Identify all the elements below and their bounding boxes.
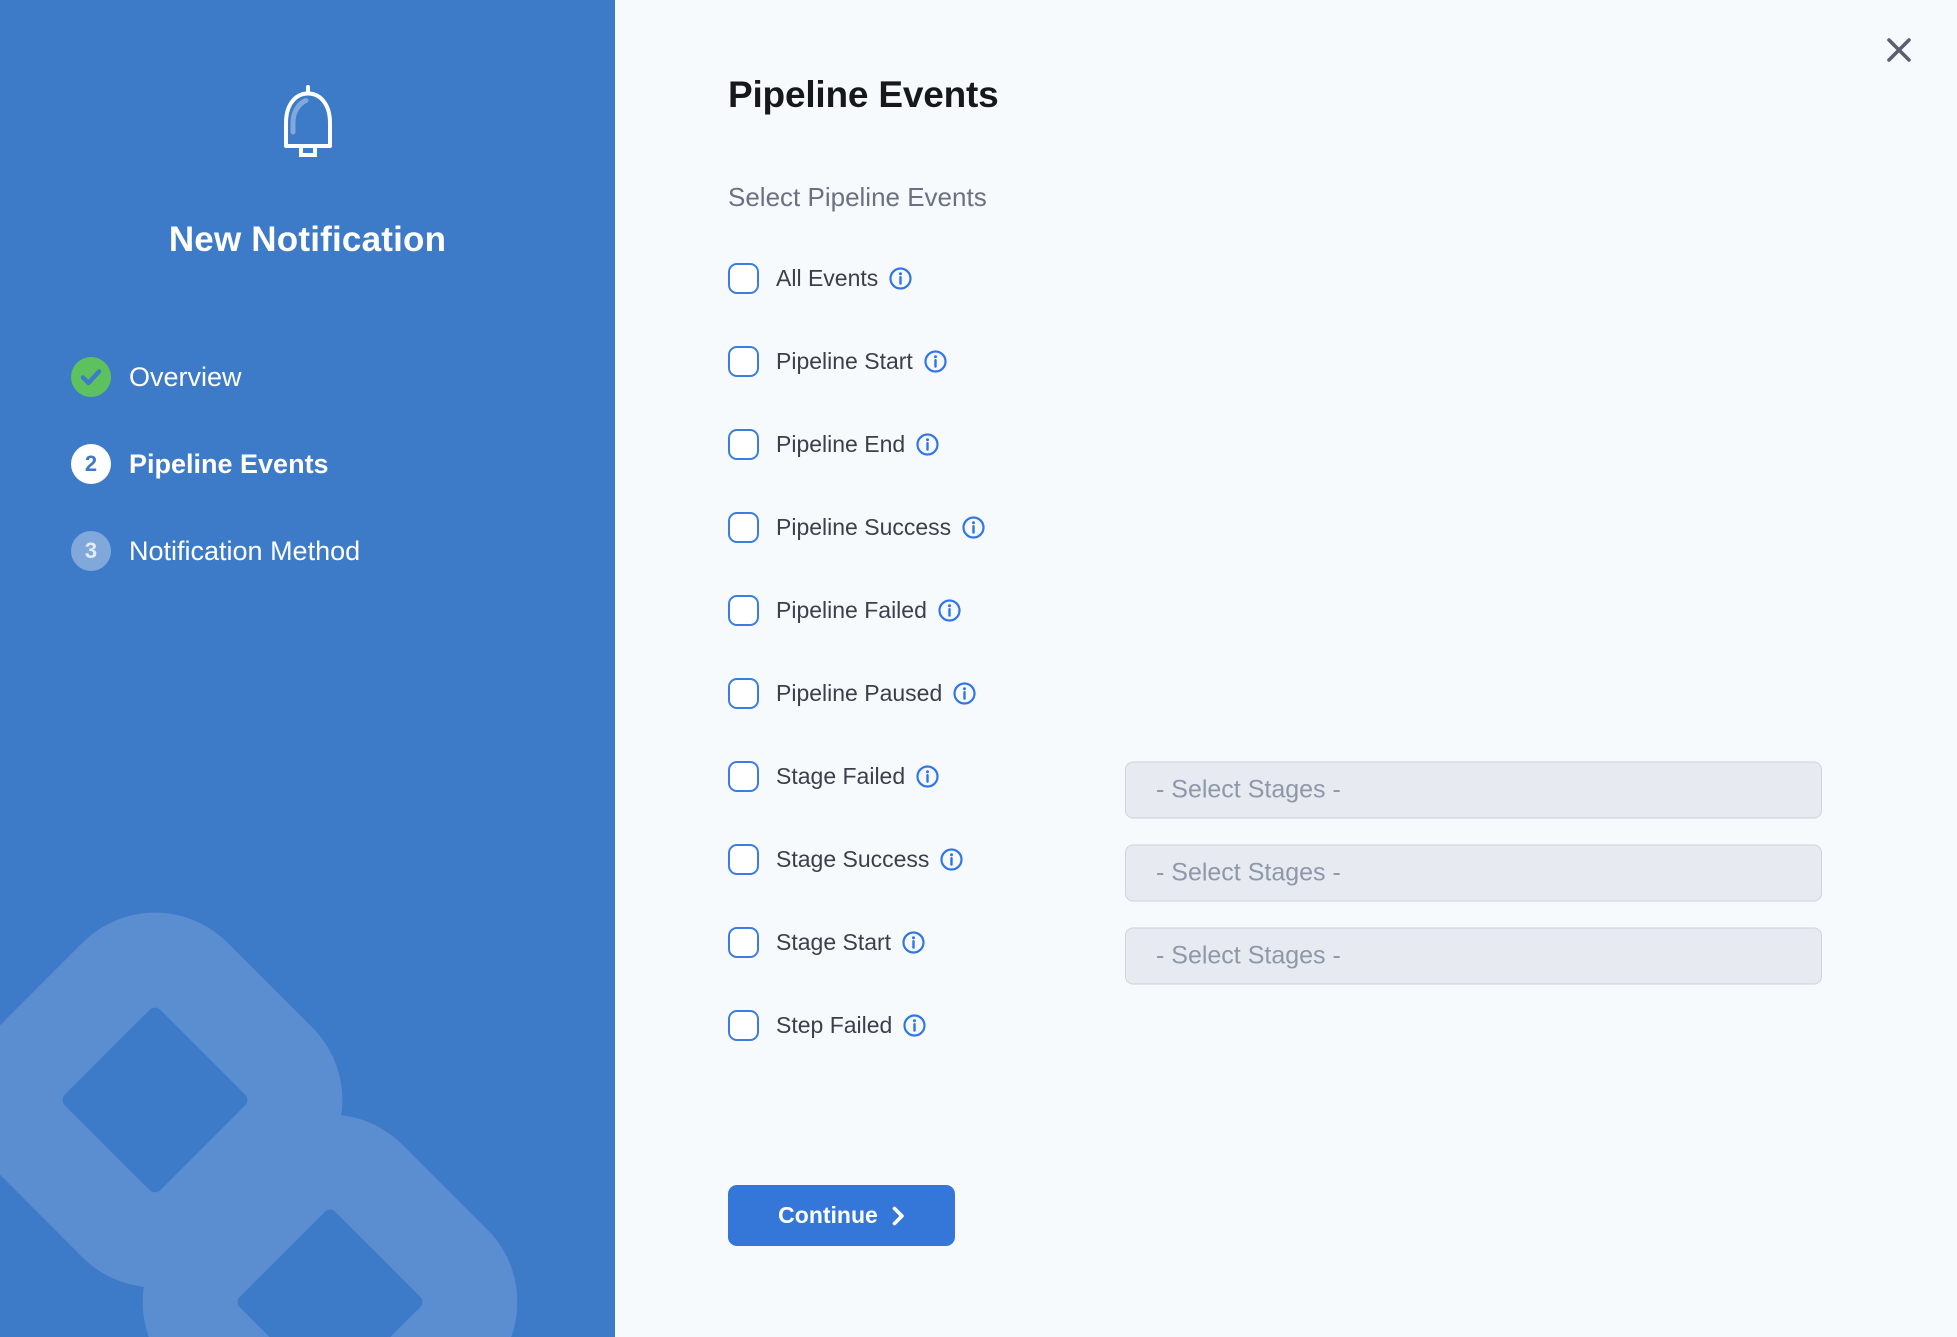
info-icon[interactable]: [962, 516, 985, 539]
event-label: Pipeline Paused: [776, 680, 942, 707]
step-list: Overview 2 Pipeline Events 3 Notification Me…: [0, 357, 615, 618]
close-icon: [1886, 37, 1912, 63]
info-icon[interactable]: [953, 682, 976, 705]
event-row-pipeline-paused: Pipeline Paused: [728, 652, 1957, 735]
event-row-pipeline-start: Pipeline Start: [728, 320, 1957, 403]
event-label: Pipeline End: [776, 431, 905, 458]
info-icon[interactable]: [924, 350, 947, 373]
sidebar-step-overview[interactable]: Overview: [71, 357, 615, 397]
event-label: Pipeline Failed: [776, 597, 927, 624]
event-label: Pipeline Start: [776, 348, 913, 375]
event-label: All Events: [776, 265, 878, 292]
event-row-pipeline-success: Pipeline Success: [728, 486, 1957, 569]
checkbox-pipeline-start[interactable]: [728, 346, 759, 377]
step-label: Notification Method: [129, 536, 360, 567]
wizard-title: New Notification: [169, 220, 446, 260]
event-row-pipeline-end: Pipeline End: [728, 403, 1957, 486]
step-number-badge: 2: [71, 444, 111, 484]
event-row-stage-start: Stage Start - Select Stages -: [728, 901, 1957, 984]
page-title: Pipeline Events: [728, 74, 1957, 116]
pipeline-events-panel: Pipeline Events Select Pipeline Events A…: [615, 0, 1957, 1337]
event-row-all-events: All Events: [728, 237, 1957, 320]
checkbox-pipeline-end[interactable]: [728, 429, 759, 460]
event-row-stage-failed: Stage Failed - Select Stages -: [728, 735, 1957, 818]
brand-watermark: [0, 847, 615, 1337]
close-button[interactable]: [1877, 28, 1921, 72]
checkbox-stage-failed[interactable]: [728, 761, 759, 792]
sidebar-step-notification-method[interactable]: 3 Notification Method: [71, 531, 615, 571]
continue-label: Continue: [778, 1202, 878, 1229]
checkbox-step-failed[interactable]: [728, 1010, 759, 1041]
checkmark-icon: [80, 368, 102, 386]
checkbox-stage-start[interactable]: [728, 927, 759, 958]
stage-select-stage-success[interactable]: - Select Stages -: [1125, 844, 1822, 901]
checkbox-pipeline-failed[interactable]: [728, 595, 759, 626]
checkbox-stage-success[interactable]: [728, 844, 759, 875]
info-icon[interactable]: [938, 599, 961, 622]
step-label: Overview: [129, 362, 242, 393]
event-row-pipeline-failed: Pipeline Failed: [728, 569, 1957, 652]
checkbox-pipeline-success[interactable]: [728, 512, 759, 543]
sidebar-step-pipeline-events[interactable]: 2 Pipeline Events: [71, 444, 615, 484]
step-label: Pipeline Events: [129, 449, 329, 480]
event-label: Stage Start: [776, 929, 891, 956]
wizard-sidebar: New Notification Overview 2 Pipeline Event…: [0, 0, 615, 1337]
step-number-badge: 3: [71, 531, 111, 571]
event-label: Step Failed: [776, 1012, 892, 1039]
sidebar-content: New Notification Overview 2 Pipeline Event…: [0, 0, 615, 618]
checkbox-pipeline-paused[interactable]: [728, 678, 759, 709]
continue-button[interactable]: Continue: [728, 1185, 955, 1246]
new-notification-modal: New Notification Overview 2 Pipeline Event…: [0, 0, 1957, 1337]
info-icon[interactable]: [916, 765, 939, 788]
info-icon[interactable]: [916, 433, 939, 456]
stage-select-stage-failed[interactable]: - Select Stages -: [1125, 761, 1822, 818]
info-icon[interactable]: [903, 1014, 926, 1037]
event-list: All Events Pipeline Start Pipeline End Pipe…: [728, 237, 1957, 1067]
notification-bell-icon: [275, 85, 341, 165]
event-row-stage-success: Stage Success - Select Stages -: [728, 818, 1957, 901]
event-row-step-failed: Step Failed: [728, 984, 1957, 1067]
info-icon[interactable]: [889, 267, 912, 290]
section-label: Select Pipeline Events: [728, 182, 1957, 213]
info-icon[interactable]: [902, 931, 925, 954]
info-icon[interactable]: [940, 848, 963, 871]
event-label: Stage Success: [776, 846, 929, 873]
event-label: Stage Failed: [776, 763, 905, 790]
event-label: Pipeline Success: [776, 514, 951, 541]
checkbox-all-events[interactable]: [728, 263, 759, 294]
step-complete-badge: [71, 357, 111, 397]
chevron-right-icon: [892, 1206, 905, 1226]
stage-select-stage-start[interactable]: - Select Stages -: [1125, 927, 1822, 984]
